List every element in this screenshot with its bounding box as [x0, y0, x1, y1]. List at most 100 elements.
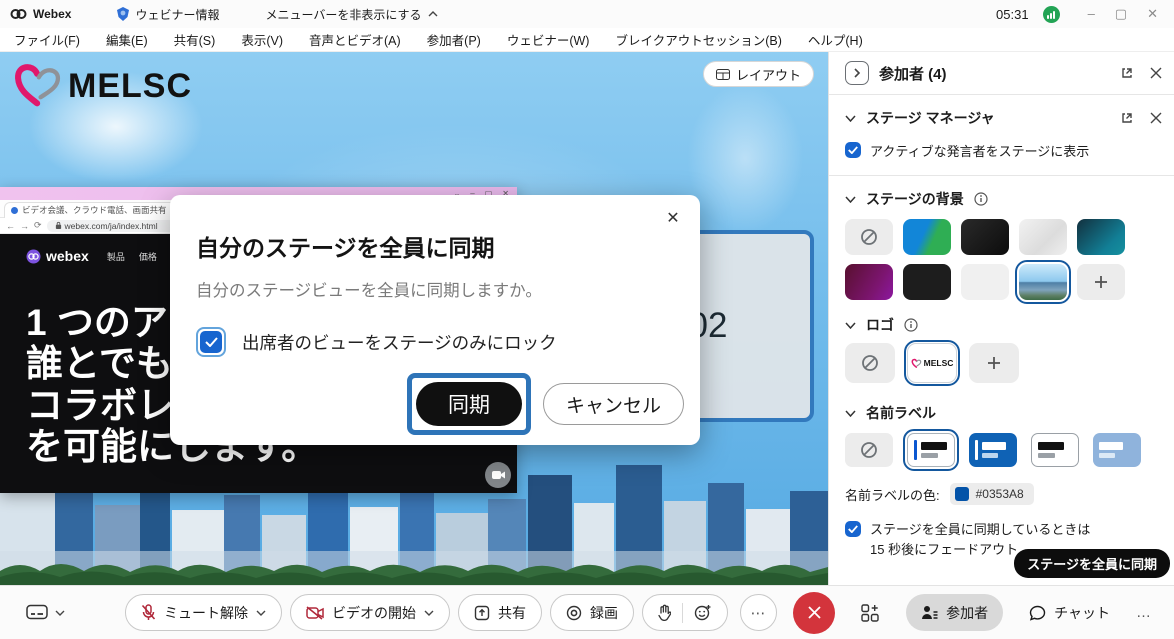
checkmark-icon	[848, 525, 858, 533]
webex-window: Webex ウェビナー情報 メニューバーを非表示にする 05:31 – ▢ ✕	[0, 0, 1174, 639]
minimize-button[interactable]: –	[1088, 6, 1095, 22]
melsc-heart-icon	[12, 60, 64, 112]
site-nav-pricing[interactable]: 価格	[139, 250, 157, 263]
logo-option-melsc-selected[interactable]: MELSC	[907, 343, 957, 383]
chevron-right-icon	[853, 68, 861, 78]
dialog-close-button[interactable]: ✕	[662, 207, 684, 229]
share-button[interactable]: 共有	[458, 594, 542, 631]
app-name: Webex	[33, 7, 71, 21]
lock-view-checkbox[interactable]	[196, 327, 226, 357]
maximize-button[interactable]: ▢	[1115, 6, 1127, 22]
menu-bar: ファイル(F) 編集(E) 共有(S) 表示(V) 音声とビデオ(A) 参加者(…	[0, 28, 1174, 52]
site-nav-products[interactable]: 製品	[107, 250, 125, 263]
chevron-down-icon[interactable]	[55, 610, 65, 616]
name-label-options	[845, 433, 1162, 467]
layout-button[interactable]: レイアウト	[703, 61, 814, 87]
menu-webinar[interactable]: ウェビナー(W)	[507, 30, 590, 49]
unmute-button[interactable]: ミュート解除	[125, 594, 282, 631]
collapse-panel-button[interactable]	[845, 61, 869, 85]
info-icon[interactable]	[974, 192, 988, 206]
stage-background-options	[845, 219, 1162, 300]
name-label-option-blue[interactable]	[969, 433, 1017, 467]
more-options-button[interactable]: ⋯	[740, 594, 777, 631]
apps-icon[interactable]	[860, 603, 880, 623]
logo-options: MELSC	[845, 343, 1162, 383]
chevron-down-icon[interactable]	[845, 196, 856, 203]
menu-breakout[interactable]: ブレイクアウトセッション(B)	[615, 30, 781, 49]
start-video-button[interactable]: ビデオの開始	[290, 594, 450, 631]
captions-icon[interactable]	[26, 604, 48, 622]
record-icon	[566, 605, 582, 621]
name-label-option-plain[interactable]	[1031, 433, 1079, 467]
background-option-none[interactable]	[845, 219, 893, 255]
checkmark-icon	[205, 337, 218, 347]
background-option-blue-green[interactable]	[903, 219, 951, 255]
menu-help[interactable]: ヘルプ(H)	[808, 30, 863, 49]
back-icon[interactable]: ←	[6, 221, 15, 231]
background-option-gray[interactable]	[961, 264, 1009, 300]
reload-icon[interactable]: ⟳	[34, 220, 42, 231]
close-section-icon[interactable]	[1150, 112, 1162, 124]
browser-tab[interactable]: ビデオ会議、クラウド電話、画面共有 ✕	[4, 202, 194, 218]
popout-icon[interactable]	[1120, 111, 1134, 125]
stage-background-title: ステージの背景	[866, 189, 964, 209]
name-label-option-none[interactable]	[845, 433, 893, 467]
background-option-dark[interactable]	[961, 219, 1009, 255]
close-panel-icon[interactable]	[1150, 67, 1162, 79]
background-option-teal[interactable]	[1077, 219, 1125, 255]
background-option-light[interactable]	[1019, 219, 1067, 255]
camera-off-icon	[306, 606, 324, 620]
background-option-black[interactable]	[903, 264, 951, 300]
background-option-magenta[interactable]	[845, 264, 893, 300]
sync-stage-dialog: ✕ 自分のステージを全員に同期 自分のステージビューを全員に同期しますか。 出席…	[170, 195, 700, 445]
name-label-option-lightblue[interactable]	[1093, 433, 1141, 467]
close-window-button[interactable]: ✕	[1147, 6, 1158, 22]
participants-panel-title: 参加者 (4)	[879, 63, 947, 84]
none-icon	[861, 354, 879, 372]
participants-toggle-button[interactable]: 参加者	[906, 594, 1003, 631]
stage-area: MELSC レイアウト ⌄–▢✕ ビデオ会議、クラウド電話、画面共有 ✕ +	[0, 52, 828, 585]
raise-hand-icon[interactable]	[658, 604, 671, 621]
chevron-down-icon[interactable]	[845, 115, 856, 122]
more-panels-button[interactable]: …	[1136, 604, 1152, 621]
chevron-down-icon[interactable]	[845, 410, 856, 417]
none-icon	[860, 228, 878, 246]
dialog-title: 自分のステージを全員に同期	[196, 229, 672, 263]
background-option-add[interactable]	[1077, 264, 1125, 300]
leave-meeting-button[interactable]	[793, 592, 835, 634]
forward-icon[interactable]: →	[20, 221, 29, 231]
menu-participants[interactable]: 参加者(P)	[427, 30, 481, 49]
record-button[interactable]: 録画	[550, 594, 634, 631]
logo-option-add[interactable]	[969, 343, 1019, 383]
fadeout-checkbox[interactable]	[845, 521, 861, 537]
chevron-down-icon[interactable]	[845, 322, 856, 329]
webinar-info-button[interactable]: ウェビナー情報	[117, 6, 219, 23]
background-option-city-selected[interactable]	[1019, 264, 1067, 300]
popout-icon[interactable]	[1120, 66, 1134, 80]
menu-share[interactable]: 共有(S)	[174, 30, 216, 49]
lock-view-checkbox-label: 出席者のビューをステージのみにロック	[242, 330, 557, 355]
menu-edit[interactable]: 編集(E)	[106, 30, 148, 49]
chat-button[interactable]: チャット	[1029, 603, 1110, 623]
webex-site-logo-icon	[26, 249, 41, 264]
participants-icon	[921, 605, 938, 620]
cancel-button[interactable]: キャンセル	[543, 383, 684, 425]
logo-option-none[interactable]	[845, 343, 895, 383]
name-label-option-bar-selected[interactable]	[907, 433, 955, 467]
menu-file[interactable]: ファイル(F)	[14, 30, 80, 49]
connection-quality-icon[interactable]	[1043, 6, 1060, 23]
reactions-smiley-icon[interactable]	[694, 604, 712, 621]
sync-button[interactable]: 同期	[416, 382, 522, 426]
info-icon[interactable]	[904, 318, 918, 332]
share-icon	[474, 605, 490, 621]
menu-view[interactable]: 表示(V)	[241, 30, 283, 49]
chevron-down-icon[interactable]	[256, 610, 266, 616]
lock-icon	[55, 221, 62, 230]
active-speaker-checkbox[interactable]	[845, 142, 861, 158]
hide-menubar-button[interactable]: メニューバーを非表示にする	[265, 6, 437, 23]
menu-audio-video[interactable]: 音声とビデオ(A)	[309, 30, 401, 49]
webex-site-logo: webex	[26, 248, 89, 264]
name-label-color-picker[interactable]: #0353A8	[950, 483, 1034, 505]
chevron-down-icon[interactable]	[424, 610, 434, 616]
participants-panel: 参加者 (4) ステージ マネージャ	[828, 52, 1174, 585]
